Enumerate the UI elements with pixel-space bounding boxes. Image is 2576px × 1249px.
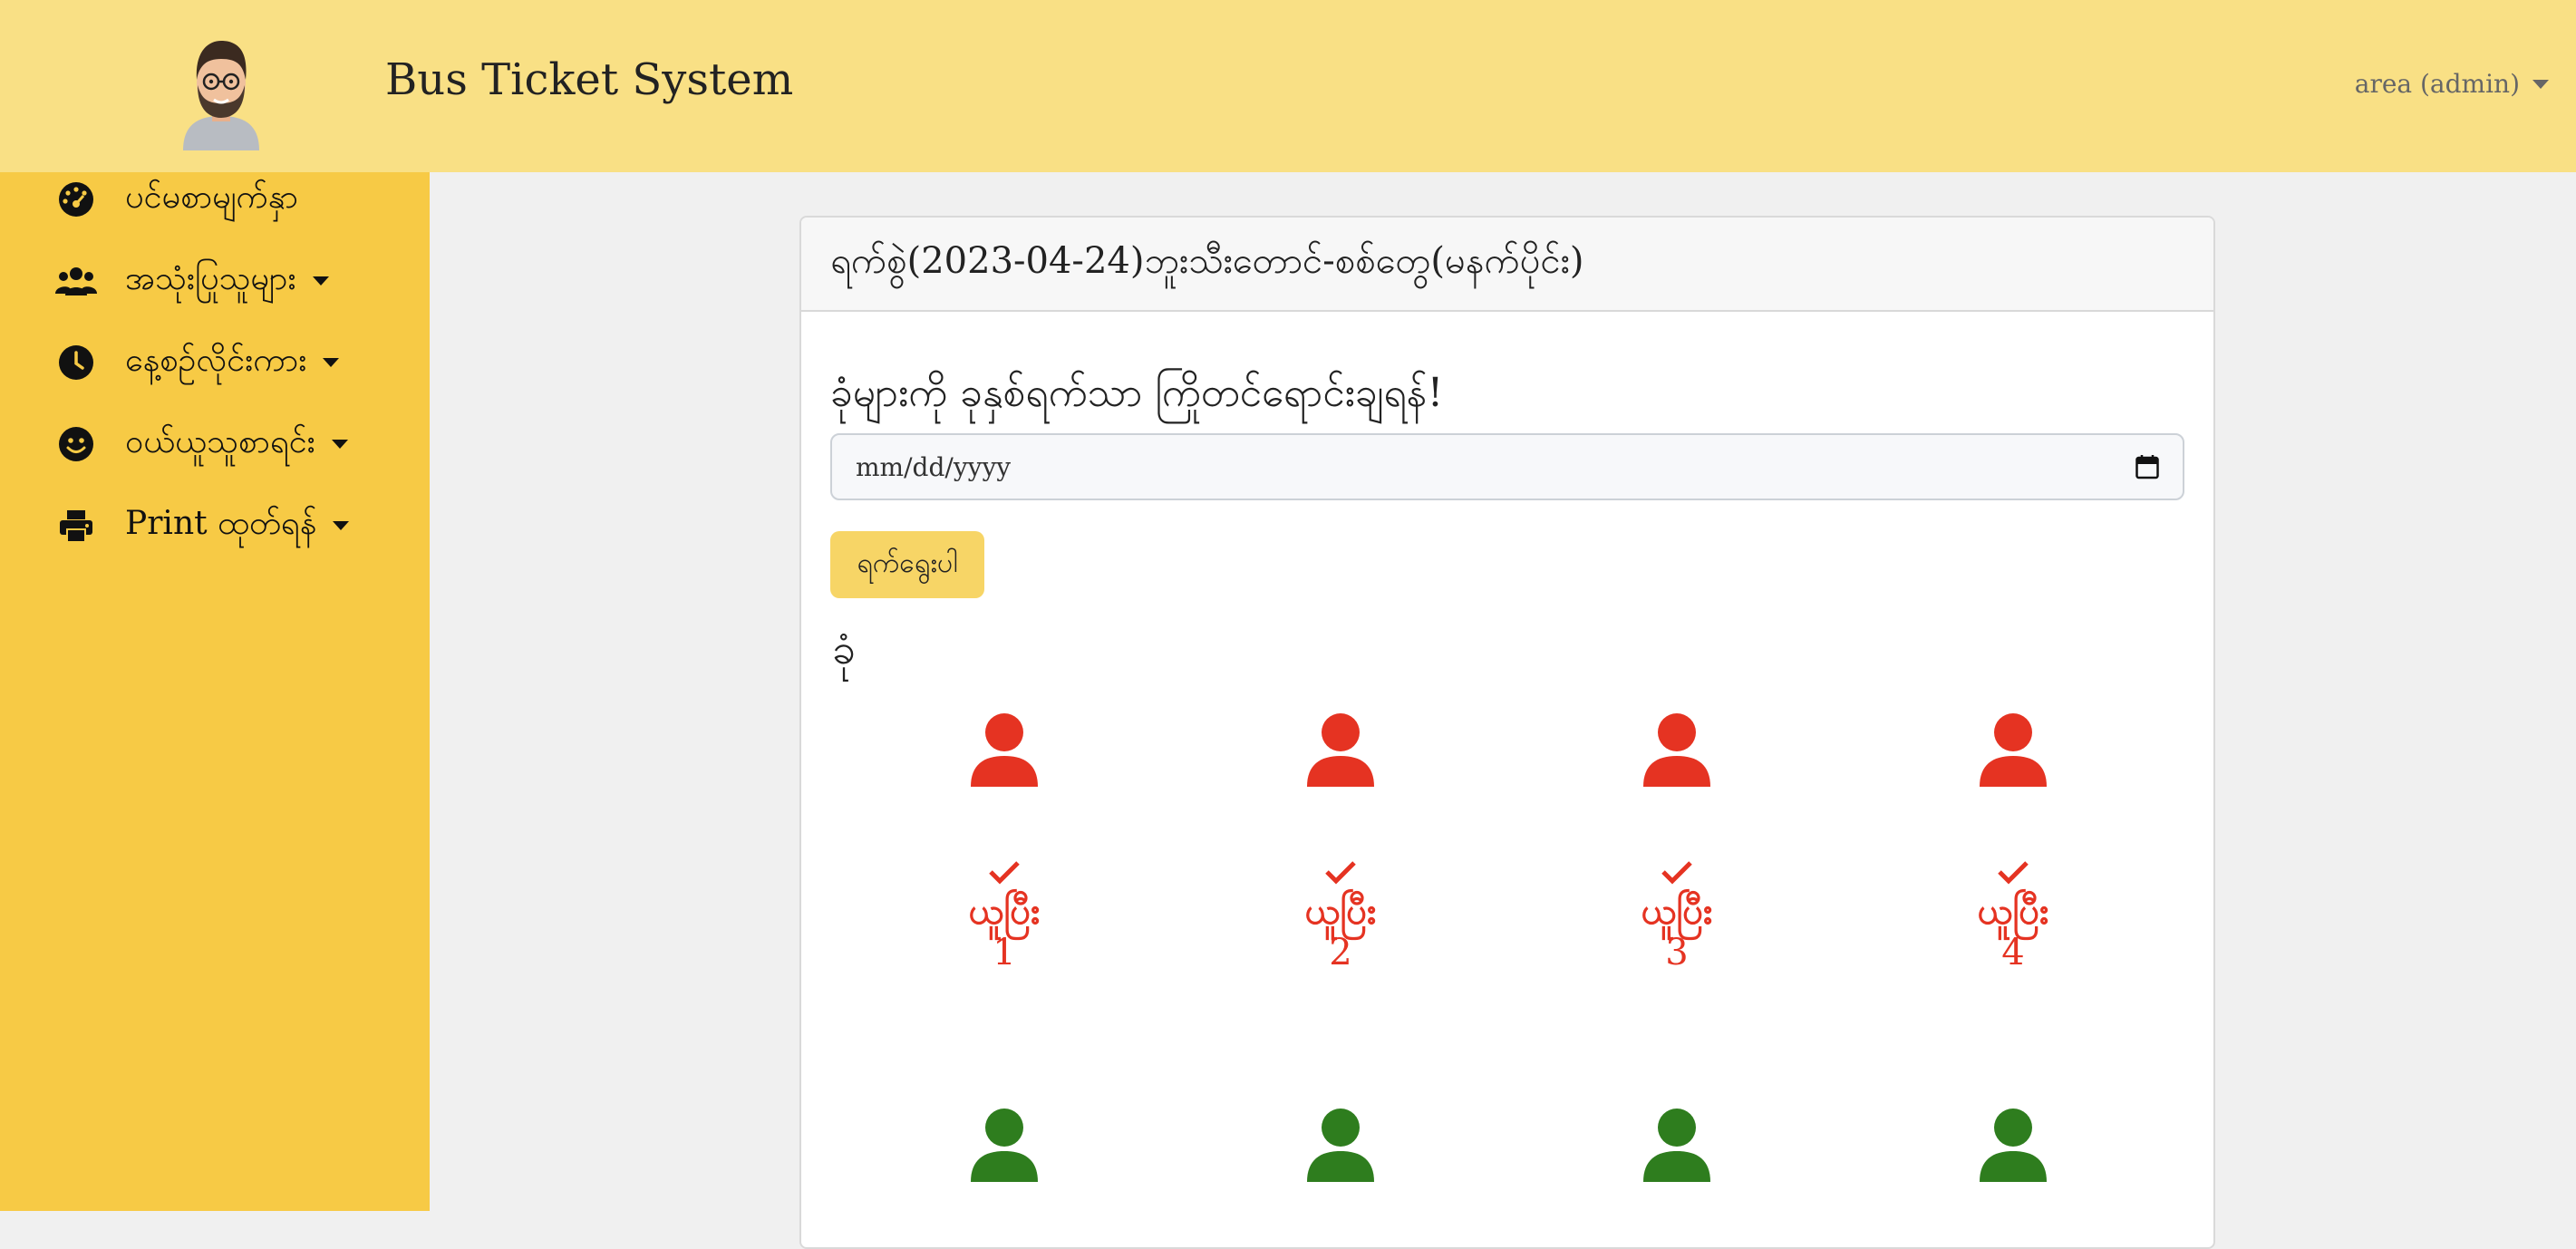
sidebar-item-label: အသုံးပြုသူများ [125,260,296,297]
person-icon [1307,1109,1374,1182]
users-icon [54,259,98,303]
person-icon [1643,713,1710,787]
chevron-down-icon [312,276,329,286]
person-icon [971,713,1038,787]
seat[interactable] [1250,1108,1431,1182]
card-title: ရက်စွဲ(2023-04-24)ဘူးသီးတောင်-စစ်တွေ(မနက… [801,218,2213,312]
seat[interactable] [914,1108,1095,1182]
check-icon [1998,861,2029,885]
dashboard-icon [54,178,98,221]
seat[interactable] [1586,1108,1767,1182]
seat-number: 2 [1329,932,1352,973]
trip-card: ရက်စွဲ(2023-04-24)ဘူးသီးတောင်-စစ်တွေ(မနက… [799,216,2215,1249]
user-avatar [183,40,259,150]
seats-heading: ခုံ [832,624,856,673]
person-icon [971,1109,1038,1182]
check-icon [1661,861,1692,885]
seat-number: 4 [2001,932,2025,973]
sidebar-item-home[interactable]: ပင်မစာမျက်နှာ [54,172,298,227]
person-icon [1980,713,2047,787]
user-menu-label: area (admin) [2354,69,2520,99]
check-icon [1325,861,1356,885]
calendar-icon[interactable] [2135,454,2159,479]
seat-number: 3 [1665,932,1689,973]
sidebar-item-label: နေ့စဉ်လိုင်းကား [125,342,307,379]
clock-icon [54,341,98,384]
sidebar-item-label: ဝယ်ယူသူစာရင်း [125,423,315,460]
chevron-down-icon [323,358,340,367]
sidebar: ပင်မစာမျက်နှာ အသုံးပြုသူများ နေ့စဉ်လိုင်… [0,172,430,1211]
date-input[interactable]: mm/dd/yyyy [830,433,2184,500]
seat[interactable] [1922,1108,2104,1182]
user-menu-dropdown[interactable]: area (admin) [2355,69,2549,99]
top-header: Bus Ticket System area (admin) [0,0,2576,172]
seat[interactable]: ယူပြီး 4 [1922,712,2104,972]
chevron-down-icon [333,521,350,530]
sidebar-item-buyers[interactable]: ဝယ်ယူသူစာရင်း [54,417,348,471]
app-title[interactable]: Bus Ticket System [385,54,793,105]
date-input-placeholder: mm/dd/yyyy [856,451,1012,482]
sidebar-item-label: Print ထုတ်ရန် [125,505,317,542]
seat[interactable]: ယူပြီး 3 [1586,712,1767,972]
sidebar-item-daily-buses[interactable]: နေ့စဉ်လိုင်းကား [54,335,340,390]
seat-status: ယူပြီး [1304,890,1377,933]
seat-status: ယူပြီး [968,890,1041,933]
sidebar-item-label: ပင်မစာမျက်နှာ [125,179,299,216]
check-icon [989,861,1020,885]
seat-status: ယူပြီး [1641,890,1713,933]
sidebar-item-users[interactable]: အသုံးပြုသူများ [54,254,329,308]
seat[interactable]: ယူပြီး 1 [914,712,1095,972]
person-icon [1643,1109,1710,1182]
smile-icon [54,422,98,466]
select-date-button[interactable]: ရက်ရွေးပါ [830,531,984,598]
seat-number: 1 [993,932,1016,973]
print-icon [54,504,98,547]
seat-status: ယူပြီး [1977,890,2049,933]
sidebar-item-print[interactable]: Print ထုတ်ရန် [54,499,350,553]
chevron-down-icon [2532,79,2549,89]
person-icon [1307,713,1374,787]
person-icon [1980,1109,2047,1182]
presale-notice: ခုံများကို ခုနှစ်ရက်သာ ကြိုတင်ရောင်းချရန… [830,370,1444,416]
chevron-down-icon [331,440,348,449]
seat[interactable]: ယူပြီး 2 [1250,712,1431,972]
